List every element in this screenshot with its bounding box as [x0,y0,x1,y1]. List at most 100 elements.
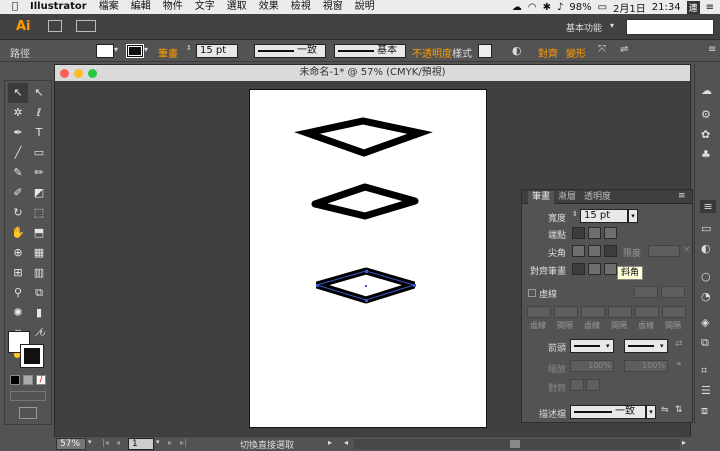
anchor-point[interactable] [316,284,319,287]
free-transform-tool-icon[interactable]: ⬒ [29,223,49,243]
selection-tool-icon[interactable]: ↖ [8,83,28,103]
menu-effect[interactable]: 效果 [253,0,285,14]
eyedropper-tool-icon[interactable]: ⚲ [8,283,28,303]
warp-tool-icon[interactable]: ✋ [8,223,28,243]
transparency-panel-icon[interactable]: ◐ [701,242,711,255]
weight-stepper[interactable]: ⇕ [572,210,578,218]
artboard[interactable] [249,89,487,428]
start-arrowhead-select[interactable]: ▾ [570,339,614,353]
align-icon[interactable]: ☰ [701,384,711,397]
libraries-icon[interactable]: ⚙ [701,108,711,121]
menu-help[interactable]: 說明 [349,0,381,14]
blob-brush-tool-icon[interactable]: ✐ [8,183,28,203]
menu-type[interactable]: 文字 [189,0,221,14]
lasso-tool-icon[interactable]: ℓ [29,103,49,123]
weight-field[interactable]: 15 pt [580,209,628,223]
rotate-tool-icon[interactable]: ↻ [8,203,28,223]
arrange-documents-icon[interactable] [76,20,96,32]
menu-select[interactable]: 選取 [221,0,253,14]
profile-select[interactable]: 一致 [570,405,646,419]
prev-artboard-icon[interactable]: ◂ [116,438,120,447]
projecting-cap-button[interactable] [604,227,617,239]
workspace-switcher[interactable]: 基本功能 [566,21,602,34]
miter-join-button[interactable] [572,245,585,257]
horizontal-scrollbar[interactable] [354,439,680,449]
color-guide-icon[interactable]: ☁ [701,84,712,97]
shape-builder-tool-icon[interactable]: ⊕ [8,243,28,263]
apple-icon[interactable]:  [6,0,24,14]
pen-tool-icon[interactable]: ✒ [8,123,28,143]
date[interactable]: 2月1日 [613,0,646,15]
wifi-icon[interactable]: ◠ [528,2,537,13]
menu-list-icon[interactable]: ≡ [706,2,714,13]
clock[interactable]: 21:34 [652,2,681,13]
menu-window[interactable]: 視窗 [317,0,349,14]
stroke-color-box[interactable] [20,344,44,368]
align-center-button[interactable] [572,263,585,275]
control-menu-icon[interactable]: ≡ [708,44,716,55]
fill-swatch[interactable] [96,44,114,58]
volume-icon[interactable]: ♪ [557,2,563,13]
last-artboard-icon[interactable]: ▸| [180,438,187,447]
end-arrowhead-select[interactable]: ▾ [624,339,668,353]
tab-transparency[interactable]: 透明度 [580,191,615,204]
rectangle-tool-icon[interactable]: ▭ [29,143,49,163]
arrange-icon[interactable]: ⇌ [620,44,628,55]
stroke-panel-icon[interactable]: ≡ [700,200,716,213]
color-mode-icon[interactable] [10,375,20,385]
column-graph-tool-icon[interactable]: ▮ [29,303,49,323]
recolor-artwork-icon[interactable]: ◐ [512,44,522,57]
type-tool-icon[interactable]: T [29,123,49,143]
horizontal-scroll-thumb[interactable] [510,440,520,448]
close-window-button[interactable] [60,69,69,78]
profile-dropdown[interactable]: ▾ [646,405,656,419]
stroke-weight-stepper[interactable]: ⇕ [186,44,192,52]
menu-view[interactable]: 檢視 [285,0,317,14]
flip-across-icon[interactable]: ⇅ [675,405,683,415]
user-badge[interactable]: 連 [686,0,700,14]
fill-dropdown-icon[interactable]: ▾ [114,45,118,54]
scroll-left-icon[interactable]: ◂ [344,438,348,447]
dashed-checkbox[interactable] [528,289,536,297]
artboard-number-field[interactable]: 1 [128,438,154,450]
flip-along-icon[interactable]: ⇋ [661,405,669,415]
align-label[interactable]: 對齊 [538,45,558,60]
graphic-style-swatch[interactable] [478,44,492,58]
bluetooth-icon[interactable]: ✱ [543,2,551,13]
gradient-tool-icon[interactable]: ▥ [29,263,49,283]
transform-icon[interactable]: ⌗ [701,364,707,378]
swap-arrowheads-icon[interactable]: ⇄ [675,339,683,349]
diamond-round-corner[interactable] [311,183,419,220]
anchor-point[interactable] [365,270,368,273]
zoom-field[interactable]: 57% [56,438,86,450]
eraser-tool-icon[interactable]: ◩ [29,183,49,203]
variable-width-profile[interactable]: 一致 [254,44,326,58]
menu-edit[interactable]: 編輯 [125,0,157,14]
pathfinder-icon[interactable]: ⧈ [701,404,708,418]
line-tool-icon[interactable]: ╱ [8,143,28,163]
swap-colors-icon[interactable]: ↻ [39,329,46,338]
stroke-weight-field[interactable]: 15 pt [196,44,238,58]
magic-wand-tool-icon[interactable]: ✲ [8,103,28,123]
butt-cap-button[interactable] [572,227,585,239]
workspace-dropdown-icon[interactable]: ▾ [610,21,614,30]
mesh-tool-icon[interactable]: ⊞ [8,263,28,283]
next-artboard-icon[interactable]: ▸ [168,438,172,447]
perspective-grid-tool-icon[interactable]: ▦ [29,243,49,263]
diamond-miter-corner[interactable] [294,117,433,157]
align-inside-button[interactable] [588,263,601,275]
weight-dropdown[interactable]: ▾ [628,209,638,223]
scale-tool-icon[interactable]: ⬚ [29,203,49,223]
status-menu-icon[interactable]: ▸ [328,438,332,447]
appearance-icon[interactable]: ○ [701,270,711,283]
symbol-sprayer-tool-icon[interactable]: ✺ [8,303,28,323]
stroke-weight-label[interactable]: 筆畫 [158,45,178,60]
anchor-point[interactable] [365,299,368,302]
bevel-join-button[interactable] [604,245,617,257]
isolate-icon[interactable]: ⤧ [598,44,606,55]
tab-stroke[interactable]: 筆畫 [528,191,555,204]
stroke-dropdown-icon[interactable]: ▾ [144,45,148,54]
none-mode-icon[interactable]: / [36,375,46,385]
layers-icon[interactable]: ◈ [701,316,709,329]
menu-object[interactable]: 物件 [157,0,189,14]
